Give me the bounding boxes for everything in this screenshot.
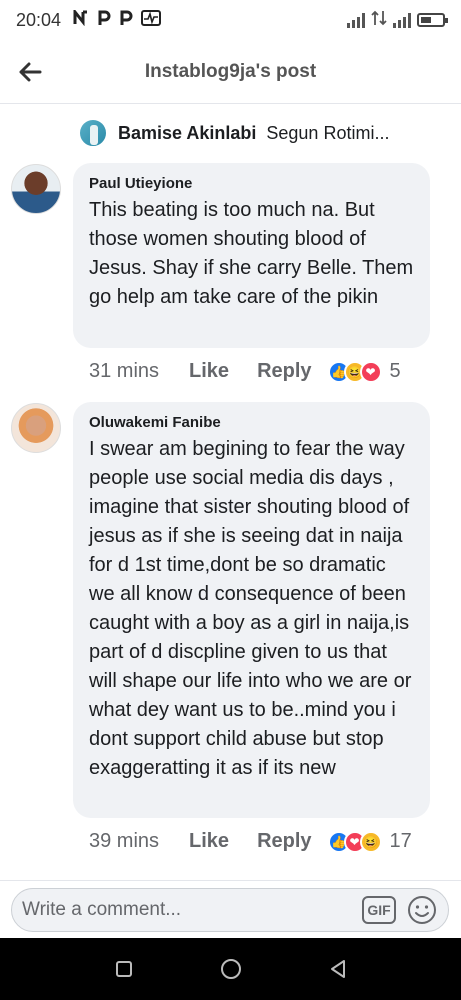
comment-composer: GIF [11,888,449,932]
comment-time: 39 mins [89,830,160,852]
comment-time: 31 mins [89,360,160,382]
signal-icon [393,12,411,28]
n-icon [73,7,89,31]
comment-meta-row: 31 mins Like Reply 👍 😆 ❤ 5 [89,360,401,383]
pulse-icon [141,9,162,31]
battery-icon [417,13,448,27]
p-icon [97,10,111,30]
signal-icon [347,12,365,28]
system-icons [347,9,448,32]
smiley-icon [408,896,436,924]
avatar[interactable] [11,164,61,214]
emoji-button[interactable] [406,894,438,926]
status-bar: 20:04 [0,0,461,40]
reply-button[interactable]: Reply [257,360,311,383]
reactions-summary[interactable]: 👍 😆 ❤ [327,360,382,383]
recents-button[interactable] [104,949,144,989]
comment-author[interactable]: Oluwakemi Fanibe [89,414,414,431]
like-button[interactable]: Like [189,830,229,853]
like-button[interactable]: Like [189,360,229,383]
gif-button[interactable]: GIF [362,896,396,924]
back-icon [330,960,345,978]
reaction-count: 17 [389,830,412,852]
status-time: 20:04 [16,9,62,30]
p-icon [119,10,133,30]
avatar [78,118,108,148]
reply-preview-row[interactable]: Bamise Akinlabi Segun Rotimi... [78,118,389,148]
recents-icon [115,961,132,977]
page-title: Instablog9ja's post [144,60,317,82]
love-reaction-icon: ❤ [359,360,382,383]
reply-button[interactable]: Reply [257,830,311,853]
haha-reaction-icon: 😆 [359,830,382,853]
reactions-summary[interactable]: 👍 ❤ 😆 [327,830,382,853]
home-icon [220,959,241,979]
arrow-left-icon [19,62,42,81]
reply-preview-text: Segun Rotimi... [266,122,390,143]
comment-author[interactable]: Paul Utieyione [89,175,414,192]
header: Instablog9ja's post [0,40,461,104]
comment-input[interactable] [22,899,362,921]
comment-bubble[interactable]: Oluwakemi Fanibe I swear am begining to … [73,402,430,818]
back-button[interactable] [0,40,60,104]
reply-author-name: Bamise Akinlabi [118,122,257,143]
home-button[interactable] [211,949,251,989]
system-nav-bar [0,938,461,1000]
comment-bubble[interactable]: Paul Utieyione This beating is too much … [73,163,430,348]
data-icon [371,9,387,32]
comment-meta-row: 39 mins Like Reply 👍 ❤ 😆 17 [89,830,412,853]
back-nav-button[interactable] [318,949,358,989]
notification-icons [73,7,162,31]
reaction-count: 5 [389,360,401,382]
comment-text: I swear am begining to fear the way peop… [89,438,412,779]
avatar[interactable] [11,403,61,453]
comment-text: This beating is too much na. But those w… [89,199,414,308]
